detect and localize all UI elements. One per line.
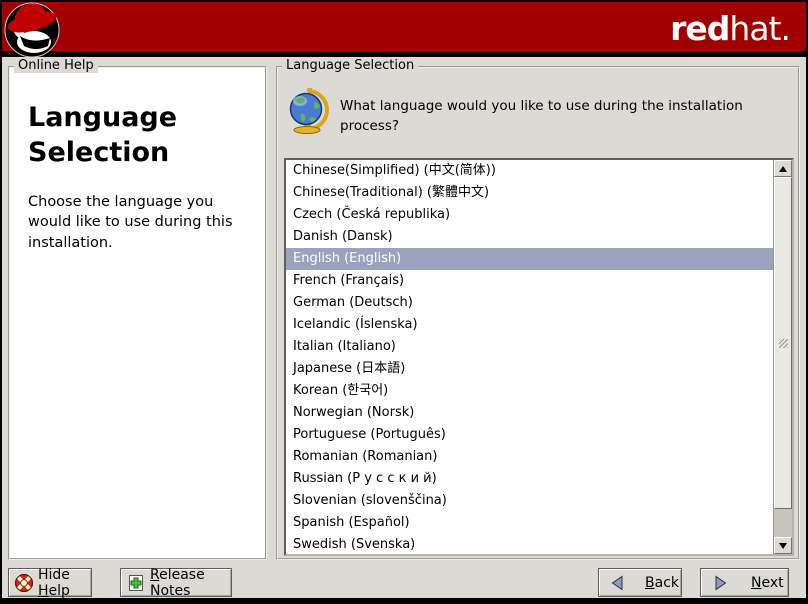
svg-text:®: ® bbox=[52, 38, 59, 46]
brand-rest: hat. bbox=[729, 9, 790, 48]
left-arrow-icon bbox=[609, 574, 627, 592]
language-list-item[interactable]: Portuguese (Português) bbox=[286, 424, 773, 446]
language-list-item[interactable]: Swedish (Svenska) bbox=[286, 534, 773, 554]
header-bar: redhat. bbox=[0, 0, 808, 57]
release-notes-label: Release Notes bbox=[150, 567, 231, 599]
language-listbox: Chinese(Simplified) (中文(简体))Chinese(Trad… bbox=[284, 158, 794, 556]
help-title: Language Selection bbox=[28, 100, 248, 170]
list-scrollbar[interactable] bbox=[773, 160, 792, 554]
language-list-item[interactable]: Slovenian (slovenščina) bbox=[286, 490, 773, 512]
globe-icon bbox=[287, 88, 329, 134]
online-help-panel: Online Help Language Selection Choose th… bbox=[8, 66, 267, 560]
help-body-text: Choose the language you would like to us… bbox=[28, 192, 256, 253]
language-list-item[interactable]: Chinese(Traditional) (繁體中文) bbox=[286, 182, 773, 204]
language-selection-frame-label: Language Selection bbox=[282, 58, 418, 73]
language-list: Chinese(Simplified) (中文(简体))Chinese(Trad… bbox=[286, 160, 773, 554]
language-list-item[interactable]: Japanese (日本語) bbox=[286, 358, 773, 380]
lifebuoy-icon bbox=[14, 573, 34, 593]
installer-window: redhat. ® Online Help Language Selection… bbox=[0, 0, 808, 604]
hide-help-button[interactable]: Hide Help bbox=[8, 568, 92, 597]
back-button[interactable]: Back bbox=[598, 568, 682, 597]
scrollbar-down-button[interactable] bbox=[774, 537, 792, 554]
language-list-item[interactable]: Czech (Česká republika) bbox=[286, 204, 773, 226]
scrollbar-up-button[interactable] bbox=[774, 160, 792, 177]
language-list-item[interactable]: Chinese(Simplified) (中文(简体)) bbox=[286, 160, 773, 182]
scrollbar-thumb[interactable] bbox=[774, 177, 792, 509]
add-note-icon bbox=[126, 573, 146, 593]
language-list-item[interactable]: Icelandic (Íslenska) bbox=[286, 314, 773, 336]
online-help-frame-label: Online Help bbox=[14, 58, 98, 73]
language-list-item[interactable]: French (Français) bbox=[286, 270, 773, 292]
language-selection-panel: Language Selection What language would y… bbox=[276, 66, 800, 560]
language-list-item[interactable]: German (Deutsch) bbox=[286, 292, 773, 314]
language-list-item[interactable]: Spanish (Español) bbox=[286, 512, 773, 534]
language-list-item[interactable]: Korean (한국어) bbox=[286, 380, 773, 402]
language-list-item[interactable]: Norwegian (Norsk) bbox=[286, 402, 773, 424]
language-list-item[interactable]: Russian (Р у с с к и й) bbox=[286, 468, 773, 490]
redhat-shadowman-logo: ® bbox=[4, 2, 60, 58]
next-label: Next bbox=[751, 575, 784, 591]
redhat-wordmark: redhat. bbox=[670, 9, 790, 48]
next-button[interactable]: Next bbox=[700, 568, 789, 597]
release-notes-button[interactable]: Release Notes bbox=[120, 568, 232, 597]
up-arrow-icon bbox=[779, 166, 787, 172]
hide-help-label: Hide Help bbox=[38, 567, 91, 599]
question-text: What language would you like to use duri… bbox=[340, 96, 772, 137]
back-label: Back bbox=[645, 575, 679, 591]
language-list-item[interactable]: Danish (Dansk) bbox=[286, 226, 773, 248]
language-list-item[interactable]: Romanian (Romanian) bbox=[286, 446, 773, 468]
thumb-grip bbox=[779, 339, 788, 348]
brand-bold: red bbox=[670, 9, 729, 48]
down-arrow-icon bbox=[779, 543, 787, 549]
language-list-item[interactable]: English (English) bbox=[286, 248, 773, 270]
language-list-item[interactable]: Italian (Italiano) bbox=[286, 336, 773, 358]
right-arrow-icon bbox=[711, 574, 729, 592]
